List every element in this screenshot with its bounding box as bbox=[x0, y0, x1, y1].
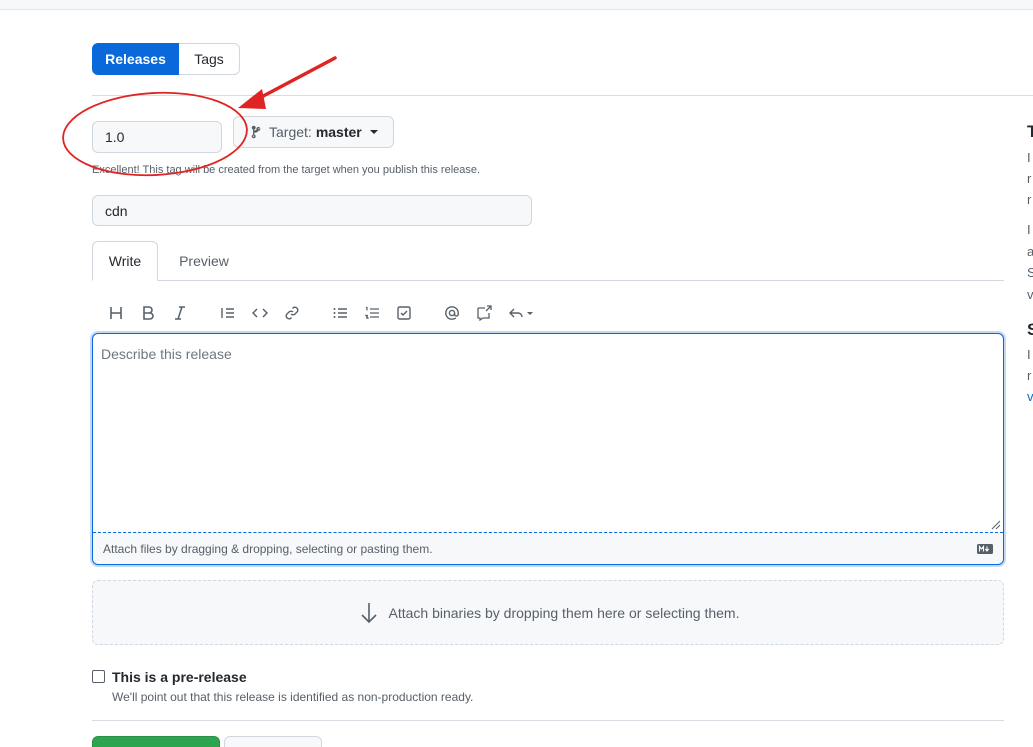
attach-files-text: Attach files by dragging & dropping, sel… bbox=[103, 541, 433, 556]
mention-icon[interactable] bbox=[443, 304, 461, 322]
release-description-editor: Attach files by dragging & dropping, sel… bbox=[92, 333, 1004, 565]
target-branch-name: master bbox=[315, 124, 362, 140]
prerelease-label[interactable]: This is a pre-release bbox=[112, 669, 247, 685]
sidebar-link[interactable]: v bbox=[1027, 389, 1033, 404]
prerelease-checkbox[interactable] bbox=[92, 670, 105, 683]
sidebar-text: r bbox=[1027, 368, 1032, 383]
sidebar-text: a bbox=[1027, 244, 1033, 259]
sidebar-text: I bbox=[1027, 150, 1031, 165]
divider bbox=[92, 720, 1004, 721]
sidebar-text: I bbox=[1027, 222, 1031, 237]
tag-input[interactable]: 1.0 bbox=[92, 121, 222, 153]
sidebar-heading: S bbox=[1027, 320, 1033, 339]
unordered-list-icon[interactable] bbox=[331, 304, 349, 322]
caret-down-icon bbox=[369, 130, 378, 134]
code-icon[interactable] bbox=[251, 304, 269, 322]
release-title-input[interactable]: cdn bbox=[92, 195, 532, 226]
reply-icon[interactable] bbox=[508, 304, 536, 322]
annotation-arrow-head bbox=[238, 89, 266, 109]
tab-releases[interactable]: Releases bbox=[92, 43, 179, 75]
sidebar-heading: T bbox=[1027, 122, 1033, 141]
ordered-list-icon[interactable] bbox=[363, 304, 381, 322]
quote-icon[interactable] bbox=[219, 304, 237, 322]
italic-icon[interactable] bbox=[171, 304, 189, 322]
markdown-icon[interactable] bbox=[977, 544, 993, 554]
publish-release-button[interactable] bbox=[92, 736, 220, 747]
description-textarea[interactable] bbox=[93, 334, 1003, 532]
sidebar-text: r bbox=[1027, 192, 1032, 207]
target-branch-button[interactable]: Target: master bbox=[233, 116, 394, 148]
sidebar-text: S bbox=[1027, 265, 1033, 280]
reference-icon[interactable] bbox=[475, 304, 493, 322]
branch-icon bbox=[251, 125, 261, 139]
tab-tags[interactable]: Tags bbox=[179, 43, 240, 75]
top-strip bbox=[0, 0, 1033, 10]
save-draft-button[interactable] bbox=[224, 736, 322, 747]
dropzone-text: Attach binaries by dropping them here or… bbox=[388, 604, 740, 621]
heading-icon[interactable] bbox=[107, 304, 125, 322]
tab-write[interactable]: Write bbox=[92, 241, 158, 281]
arrow-down-icon bbox=[360, 602, 377, 623]
sidebar-text: v bbox=[1027, 287, 1033, 302]
divider bbox=[92, 95, 1033, 96]
resize-grip-icon[interactable] bbox=[991, 520, 1001, 530]
binaries-dropzone[interactable]: Attach binaries by dropping them here or… bbox=[92, 580, 1004, 645]
prerelease-note: We'll point out that this release is ide… bbox=[112, 690, 474, 704]
sidebar-text: I bbox=[1027, 347, 1031, 362]
task-list-icon[interactable] bbox=[395, 304, 413, 322]
release-tag-switch: Releases Tags bbox=[92, 43, 240, 75]
bold-icon[interactable] bbox=[139, 304, 157, 322]
tab-preview[interactable]: Preview bbox=[166, 241, 242, 281]
tag-hint-text: Excellent! This tag will be created from… bbox=[92, 164, 481, 176]
target-label: Target: bbox=[269, 124, 312, 140]
link-icon[interactable] bbox=[283, 304, 301, 322]
sidebar-text: r bbox=[1027, 171, 1032, 186]
attach-files-bar[interactable]: Attach files by dragging & dropping, sel… bbox=[93, 532, 1003, 564]
